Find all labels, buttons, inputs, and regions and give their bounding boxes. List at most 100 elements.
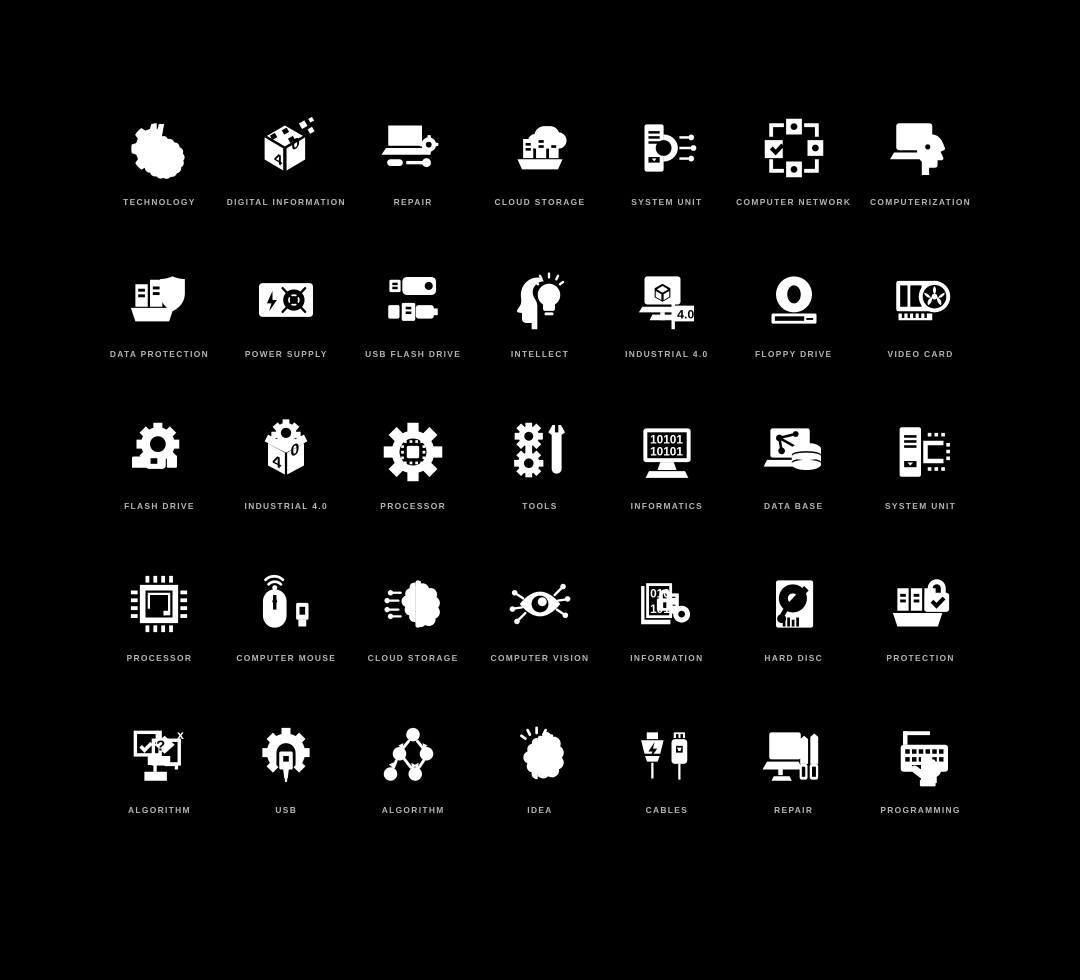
icon-cell[interactable]: USB FLASH DRIVE (350, 264, 477, 416)
icon-cell[interactable]: USB (223, 720, 350, 872)
icon-label: PROGRAMMING (880, 805, 961, 815)
icon-label: TOOLS (522, 501, 558, 511)
icon-label: PROCESSOR (380, 501, 446, 511)
icon-cell[interactable]: REPAIR (730, 720, 857, 872)
icon-label: POWER SUPPLY (244, 349, 328, 359)
icon-cell[interactable]: 10101 10101 INFORMATICS (603, 416, 730, 568)
icon-cell[interactable]: ? x ALGORITHM (96, 720, 223, 872)
icon-cell[interactable]: DATA BASE (730, 416, 857, 568)
icon-cell[interactable]: COMPUTER VISION (477, 568, 604, 720)
icon-cell[interactable]: COMPUTERIZATION (857, 112, 984, 264)
icon-cell[interactable]: 4 0 INDUSTRIAL 4.0 (223, 416, 350, 568)
icon-label: REPAIR (774, 805, 814, 815)
icon-label: COMPUTER NETWORK (736, 197, 852, 207)
power-usb-cables-icon[interactable] (631, 720, 703, 792)
icon-label: INDUSTRIAL 4.0 (625, 349, 709, 359)
svg-text:4: 4 (273, 450, 282, 473)
icon-label: SYSTEM UNIT (884, 501, 957, 511)
svg-text:?: ? (157, 738, 166, 754)
svg-text:x: x (177, 728, 184, 742)
icon-cell[interactable]: PROGRAMMING (857, 720, 984, 872)
icon-cell[interactable]: INTELLECT (477, 264, 604, 416)
icon-cell[interactable]: POWER SUPPLY (223, 264, 350, 416)
icon-cell[interactable]: COMPUTER MOUSE (223, 568, 350, 720)
icon-label: ALGORITHM (127, 805, 191, 815)
icon-cell[interactable]: DATA PROTECTION (96, 264, 223, 416)
head-lightbulb-icon[interactable] (504, 264, 576, 336)
icon-label: REPAIR (393, 197, 433, 207)
icon-label: INFORMATION (630, 653, 704, 663)
icon-cell[interactable]: 4 0 DIGITAL INFORMATION (223, 112, 350, 264)
icon-cell[interactable]: PROCESSOR (96, 568, 223, 720)
icon-label: PROTECTION (886, 653, 955, 663)
icon-cell[interactable]: TECHNOLOGY (96, 112, 223, 264)
gear-chip-icon[interactable] (377, 416, 449, 488)
monitor-binary-10101-icon[interactable]: 10101 10101 (631, 416, 703, 488)
icon-cell[interactable]: 4.0 INDUSTRIAL 4.0 (603, 264, 730, 416)
tower-chip-icon[interactable] (885, 416, 957, 488)
network-nodes-check-icon[interactable] (758, 112, 830, 184)
monitor-gear-tools-icon[interactable] (377, 112, 449, 184)
keyboard-hand-typing-icon[interactable] (885, 720, 957, 792)
icon-cell[interactable]: ALGORITHM (350, 720, 477, 872)
icon-cell[interactable]: FLASH DRIVE (96, 416, 223, 568)
monitor-head-icon[interactable] (885, 112, 957, 184)
icon-cell[interactable]: HARD DISC (730, 568, 857, 720)
icon-sheet: TECHNOLOGY 4 0 DIGITAL INFORMATION REPAI… (0, 0, 1080, 980)
servers-shield-icon[interactable] (123, 264, 195, 336)
brain-idea-rays-icon[interactable] (504, 720, 576, 792)
cpu-chip-icon[interactable] (123, 568, 195, 640)
svg-text:4: 4 (274, 150, 282, 171)
monitor-database-icon[interactable] (758, 416, 830, 488)
icon-label: COMPUTERIZATION (870, 197, 972, 207)
servers-padlock-check-icon[interactable] (885, 568, 957, 640)
icon-cell[interactable]: FLOPPY DRIVE (730, 264, 857, 416)
icon-cell[interactable]: TOOLS (477, 416, 604, 568)
psu-bolt-fan-icon[interactable] (250, 264, 322, 336)
gears-wrench-icon[interactable] (504, 416, 576, 488)
icon-label: PROCESSOR (126, 653, 193, 663)
eye-circuit-icon[interactable] (504, 568, 576, 640)
flowchart-decision-icon[interactable]: ? x (123, 720, 195, 792)
icon-label: USB (275, 805, 298, 815)
disc-drive-icon[interactable] (758, 264, 830, 336)
brain-circuit-cloud-icon[interactable] (377, 568, 449, 640)
gear-usb-plug-icon[interactable] (123, 416, 195, 488)
icon-label: IDEA (527, 805, 553, 815)
icon-label: ALGORITHM (381, 805, 445, 815)
icon-cell[interactable]: SYSTEM UNIT (857, 416, 984, 568)
icon-label: TECHNOLOGY (123, 197, 196, 207)
documents-lock-key-icon[interactable]: 010 101 (631, 568, 703, 640)
icon-cell[interactable]: CABLES (603, 720, 730, 872)
icon-cell[interactable]: CLOUD STORAGE (350, 568, 477, 720)
icon-cell[interactable]: PROCESSOR (350, 416, 477, 568)
cloud-servers-icon[interactable] (504, 112, 576, 184)
tower-circuit-icon[interactable] (631, 112, 703, 184)
icon-label: CLOUD STORAGE (494, 197, 586, 207)
two-usb-sticks-icon[interactable] (377, 264, 449, 336)
icon-cell[interactable]: PROTECTION (857, 568, 984, 720)
icon-label: COMPUTER VISION (490, 653, 590, 663)
icon-cell[interactable]: COMPUTER NETWORK (730, 112, 857, 264)
node-graph-arrows-icon[interactable] (377, 720, 449, 792)
icon-cell[interactable]: 010 101 INFORMATION (603, 568, 730, 720)
icon-label: CLOUD STORAGE (367, 653, 459, 663)
hard-disk-platter-icon[interactable] (758, 568, 830, 640)
gpu-fan-icon[interactable] (885, 264, 957, 336)
icon-cell[interactable]: REPAIR (350, 112, 477, 264)
icon-cell[interactable]: IDEA (477, 720, 604, 872)
icon-cell[interactable]: CLOUD STORAGE (477, 112, 604, 264)
svg-text:4.0: 4.0 (677, 308, 694, 322)
icon-cell[interactable]: VIDEO CARD (857, 264, 984, 416)
gear-brain-icon[interactable] (123, 112, 195, 184)
mouse-wireless-dongle-icon[interactable] (250, 568, 322, 640)
monitor-cube-flag-40-icon[interactable]: 4.0 (631, 264, 703, 336)
gear-usb-connector-icon[interactable] (250, 720, 322, 792)
monitor-screwdrivers-icon[interactable] (758, 720, 830, 792)
icon-label: INTELLECT (510, 349, 570, 359)
cube-4-0-pixels-icon[interactable]: 4 0 (250, 112, 322, 184)
open-box-gear-40-icon[interactable]: 4 0 (250, 416, 322, 488)
icon-label: INFORMATICS (630, 501, 704, 511)
icon-label: USB FLASH DRIVE (365, 349, 462, 359)
icon-cell[interactable]: SYSTEM UNIT (603, 112, 730, 264)
